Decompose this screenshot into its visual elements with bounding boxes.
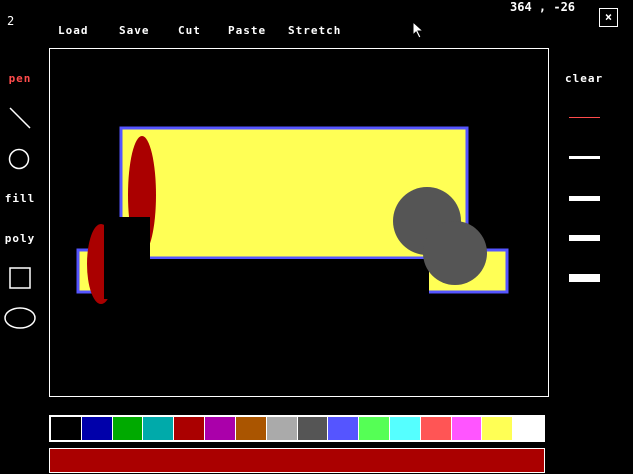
color-swatch[interactable] bbox=[389, 417, 420, 440]
color-swatch[interactable] bbox=[451, 417, 482, 440]
close-button[interactable]: × bbox=[599, 8, 618, 27]
coordinate-readout: 364 , -26 bbox=[510, 0, 576, 14]
poly-tool[interactable]: poly bbox=[4, 232, 36, 245]
color-swatch[interactable] bbox=[143, 417, 174, 440]
close-icon: × bbox=[604, 10, 613, 24]
line-width-5[interactable] bbox=[569, 274, 600, 282]
cut-button[interactable]: Cut bbox=[178, 24, 201, 37]
line-width-2[interactable] bbox=[569, 156, 600, 159]
save-button[interactable]: Save bbox=[119, 24, 150, 37]
drawn-circle-copy bbox=[423, 221, 487, 285]
color-swatch[interactable] bbox=[420, 417, 451, 440]
line-width-4[interactable] bbox=[569, 235, 600, 241]
color-swatch[interactable] bbox=[112, 417, 143, 440]
drawing-canvas[interactable] bbox=[49, 48, 549, 397]
mouse-cursor-icon bbox=[412, 21, 425, 39]
line-width-1[interactable] bbox=[569, 117, 600, 118]
color-swatch[interactable] bbox=[359, 417, 389, 440]
pen-tool[interactable]: pen bbox=[4, 72, 36, 85]
ellipse-tool[interactable] bbox=[4, 307, 36, 329]
circle-tool[interactable] bbox=[8, 148, 30, 170]
color-swatch[interactable] bbox=[51, 417, 81, 440]
top-left-number: 2 bbox=[7, 14, 15, 28]
paste-button[interactable]: Paste bbox=[228, 24, 266, 37]
fill-tool[interactable]: fill bbox=[4, 192, 36, 205]
circle-icon bbox=[8, 148, 30, 170]
color-swatch[interactable] bbox=[81, 417, 112, 440]
line-tool[interactable] bbox=[9, 107, 31, 129]
color-swatch[interactable] bbox=[482, 417, 513, 440]
line-width-3[interactable] bbox=[569, 196, 600, 201]
ellipse-icon bbox=[4, 307, 36, 329]
color-swatch[interactable] bbox=[513, 417, 543, 440]
color-swatch[interactable] bbox=[266, 417, 297, 440]
current-color-bar[interactable] bbox=[49, 448, 545, 473]
color-swatch[interactable] bbox=[205, 417, 235, 440]
color-swatch[interactable] bbox=[235, 417, 266, 440]
line-icon bbox=[9, 107, 31, 129]
clear-button[interactable]: clear bbox=[565, 72, 603, 85]
rectangle-icon bbox=[9, 267, 31, 289]
color-swatch[interactable] bbox=[174, 417, 205, 440]
canvas-drawing bbox=[76, 126, 509, 304]
load-button[interactable]: Load bbox=[58, 24, 89, 37]
cut-area-lower bbox=[104, 259, 429, 299]
color-swatch[interactable] bbox=[328, 417, 359, 440]
stretch-button[interactable]: Stretch bbox=[288, 24, 341, 37]
rectangle-tool[interactable] bbox=[9, 267, 31, 289]
cut-area bbox=[104, 217, 150, 259]
color-swatch[interactable] bbox=[297, 417, 328, 440]
color-palette bbox=[49, 415, 545, 442]
